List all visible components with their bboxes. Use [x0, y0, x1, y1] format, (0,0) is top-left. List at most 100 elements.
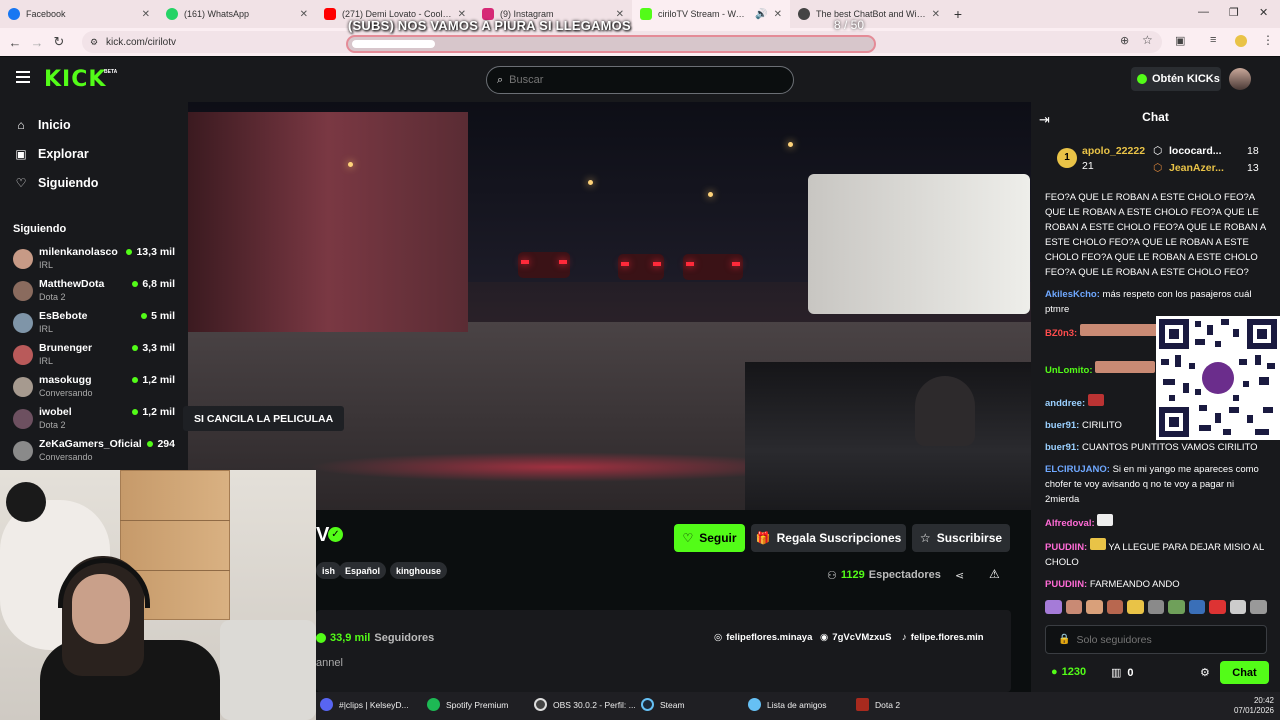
taskbar-item-friends[interactable]: Lista de amigos — [748, 698, 827, 711]
emote-icon[interactable] — [1045, 600, 1062, 614]
message-username[interactable]: buer91: — [1045, 420, 1079, 431]
followed-channel[interactable]: Brunenger IRL 3,3 mil — [13, 342, 175, 370]
follow-button[interactable]: ♡ Seguir — [674, 524, 745, 552]
close-icon[interactable]: ✕ — [142, 9, 150, 20]
leaderboard-name[interactable]: lococard... — [1169, 145, 1222, 157]
extensions-icon[interactable]: ▣ — [1175, 34, 1185, 47]
stream-tag[interactable]: Español — [339, 562, 387, 579]
sidebar-item-explorar[interactable]: ▣ Explorar — [14, 147, 88, 161]
stream-tag[interactable]: ish — [316, 562, 342, 579]
stream-tag[interactable]: kinghouse — [390, 562, 448, 579]
chat-panel: ⇥ Chat 1 apolo_22222 21 ⬡ lococard... 18… — [1031, 102, 1280, 694]
site-info-icon[interactable]: ⚙ — [90, 37, 98, 48]
emote-icon[interactable] — [1209, 600, 1226, 614]
send-chat-button[interactable]: Chat — [1220, 661, 1269, 684]
bookmark-star-icon[interactable]: ☆ — [1142, 33, 1153, 47]
hamburger-menu-icon[interactable] — [16, 71, 30, 85]
share-icon[interactable]: ⋖ — [955, 569, 964, 582]
tab-facebook[interactable]: Facebook ✕ — [0, 0, 158, 28]
speaker-icon[interactable]: 🔊 — [755, 9, 767, 20]
social-link-instagram[interactable]: ◎ felipeflores.minaya — [714, 632, 812, 643]
channel-avatar — [13, 313, 33, 333]
gift-subs-button[interactable]: 🎁 Regala Suscripciones — [751, 524, 906, 552]
chat-message: FEO?A QUE LE ROBAN A ESTE CHOLO FEO?A QU… — [1045, 190, 1267, 280]
taskbar-item-obs[interactable]: OBS 30.0.2 - Perfil: ... — [534, 698, 636, 711]
followed-channel[interactable]: iwobel Dota 2 1,2 mil — [13, 406, 175, 434]
emote-icon[interactable] — [1168, 600, 1185, 614]
get-kicks-button[interactable]: Obtén KICKs — [1131, 67, 1221, 91]
whatsapp-icon — [166, 8, 178, 20]
back-icon[interactable]: ← — [4, 35, 26, 50]
taskbar-item-dota[interactable]: Dota 2 — [856, 698, 900, 711]
tab-whatsapp[interactable]: (161) WhatsApp ✕ — [158, 0, 316, 28]
forward-icon[interactable]: → — [26, 35, 48, 50]
minimize-icon[interactable]: — — [1198, 6, 1209, 18]
subscribe-label: Suscribirse — [936, 531, 1003, 545]
more-menu-icon[interactable]: ⋮ — [1262, 33, 1274, 47]
tab-chatbot[interactable]: The best ChatBot and Widgets ✕ — [790, 0, 948, 28]
search-input[interactable] — [509, 74, 770, 86]
new-tab-button[interactable]: + — [948, 6, 968, 22]
taskbar-item-steam[interactable]: Steam — [641, 698, 685, 711]
leaderboard-name[interactable]: apolo_22222 — [1082, 145, 1145, 157]
message-username[interactable]: buer91: — [1045, 442, 1079, 453]
message-username[interactable]: anddree: — [1045, 398, 1085, 409]
close-icon[interactable]: ✕ — [774, 9, 782, 20]
leaderboard-name[interactable]: JeanAzer... — [1169, 162, 1224, 174]
stream-video-player[interactable] — [188, 102, 1031, 510]
restore-icon[interactable]: ❐ — [1229, 6, 1239, 19]
taskbar-item-spotify[interactable]: Spotify Premium — [427, 698, 508, 711]
sidebar: ⌂ Inicio ▣ Explorar ♡ Siguiendo Siguiend… — [0, 102, 188, 470]
message-username[interactable]: ELCIRUJANO: — [1045, 464, 1110, 475]
viewers-label: Espectadores — [868, 569, 941, 581]
reload-icon[interactable]: ↻ — [48, 34, 70, 50]
followed-channel[interactable]: milenkanolasco IRL 13,3 mil — [13, 246, 175, 274]
close-icon[interactable]: ✕ — [300, 9, 308, 20]
user-avatar[interactable] — [1229, 68, 1251, 90]
leaderboard-count: 13 — [1247, 162, 1259, 174]
emote-icon[interactable] — [1188, 600, 1206, 614]
message-username[interactable]: PUUDIIN: — [1045, 579, 1087, 590]
chat-input[interactable] — [1076, 633, 1257, 646]
kicks-balance[interactable]: ● 1230 — [1051, 666, 1086, 678]
report-icon[interactable]: ⚠ — [989, 567, 1000, 581]
message-username[interactable]: BZ0n3: — [1045, 328, 1077, 339]
message-username[interactable]: AkilesKcho: — [1045, 289, 1100, 300]
emote-icon[interactable] — [1127, 600, 1144, 614]
tab-kick[interactable]: ciriloTV Stream - Watch Live on Kick 🔊 ✕ — [632, 0, 790, 28]
search-box[interactable]: ⌕ — [486, 66, 794, 94]
video-scene-light — [788, 142, 793, 147]
emote-icon[interactable] — [1086, 600, 1103, 614]
close-window-icon[interactable]: ✕ — [1259, 6, 1268, 19]
emote-icon[interactable] — [1229, 600, 1247, 614]
emote-icon[interactable] — [1106, 600, 1124, 614]
subscribe-button[interactable]: ☆ Suscribirse — [912, 524, 1010, 552]
emote-icon[interactable] — [1065, 600, 1083, 614]
zoom-icon[interactable]: ⊕ — [1120, 34, 1129, 47]
message-username[interactable]: PUUDIIN: — [1045, 542, 1087, 553]
close-icon[interactable]: ✕ — [932, 9, 940, 20]
sidebar-item-siguiendo[interactable]: ♡ Siguiendo — [14, 176, 99, 190]
followed-channel[interactable]: ZeKaGamers_Oficial Conversando 294 — [13, 438, 175, 466]
kick-logo[interactable]: KICK — [44, 67, 106, 92]
gifts-balance[interactable]: ▥ 0 — [1111, 666, 1134, 680]
message-username[interactable]: UnLomito: — [1045, 365, 1093, 376]
media-icon[interactable]: ≡ — [1210, 34, 1216, 46]
system-clock[interactable]: 20:42 07/01/2026 — [1234, 696, 1274, 716]
followed-channel[interactable]: MatthewDota Dota 2 6,8 mil — [13, 278, 175, 306]
message-text: FEO?A QUE LE ROBAN A ESTE CHOLO FEO?A QU… — [1045, 192, 1266, 278]
emote-icon[interactable] — [1147, 600, 1165, 614]
social-link-discord[interactable]: ◉ 7gVcVMzxuS — [820, 632, 891, 643]
emote-icon[interactable] — [1250, 600, 1268, 614]
social-link-tiktok[interactable]: ♪ felipe.flores.min — [902, 632, 984, 643]
followed-channel[interactable]: masokugg Conversando 1,2 mil — [13, 374, 175, 402]
gear-icon[interactable]: ⚙ — [1200, 666, 1210, 679]
sidebar-item-inicio[interactable]: ⌂ Inicio — [14, 118, 70, 132]
taskbar-label: #|clips | KelseyD... — [339, 699, 409, 710]
emote-bar[interactable] — [1045, 600, 1268, 618]
followed-channel[interactable]: EsBebote IRL 5 mil — [13, 310, 175, 338]
profile-icon[interactable] — [1235, 35, 1247, 47]
chat-input-box[interactable]: 🔒 — [1045, 625, 1267, 654]
taskbar-item-discord[interactable]: #|clips | KelseyD... — [320, 698, 409, 711]
message-username[interactable]: Alfredoval: — [1045, 518, 1095, 529]
